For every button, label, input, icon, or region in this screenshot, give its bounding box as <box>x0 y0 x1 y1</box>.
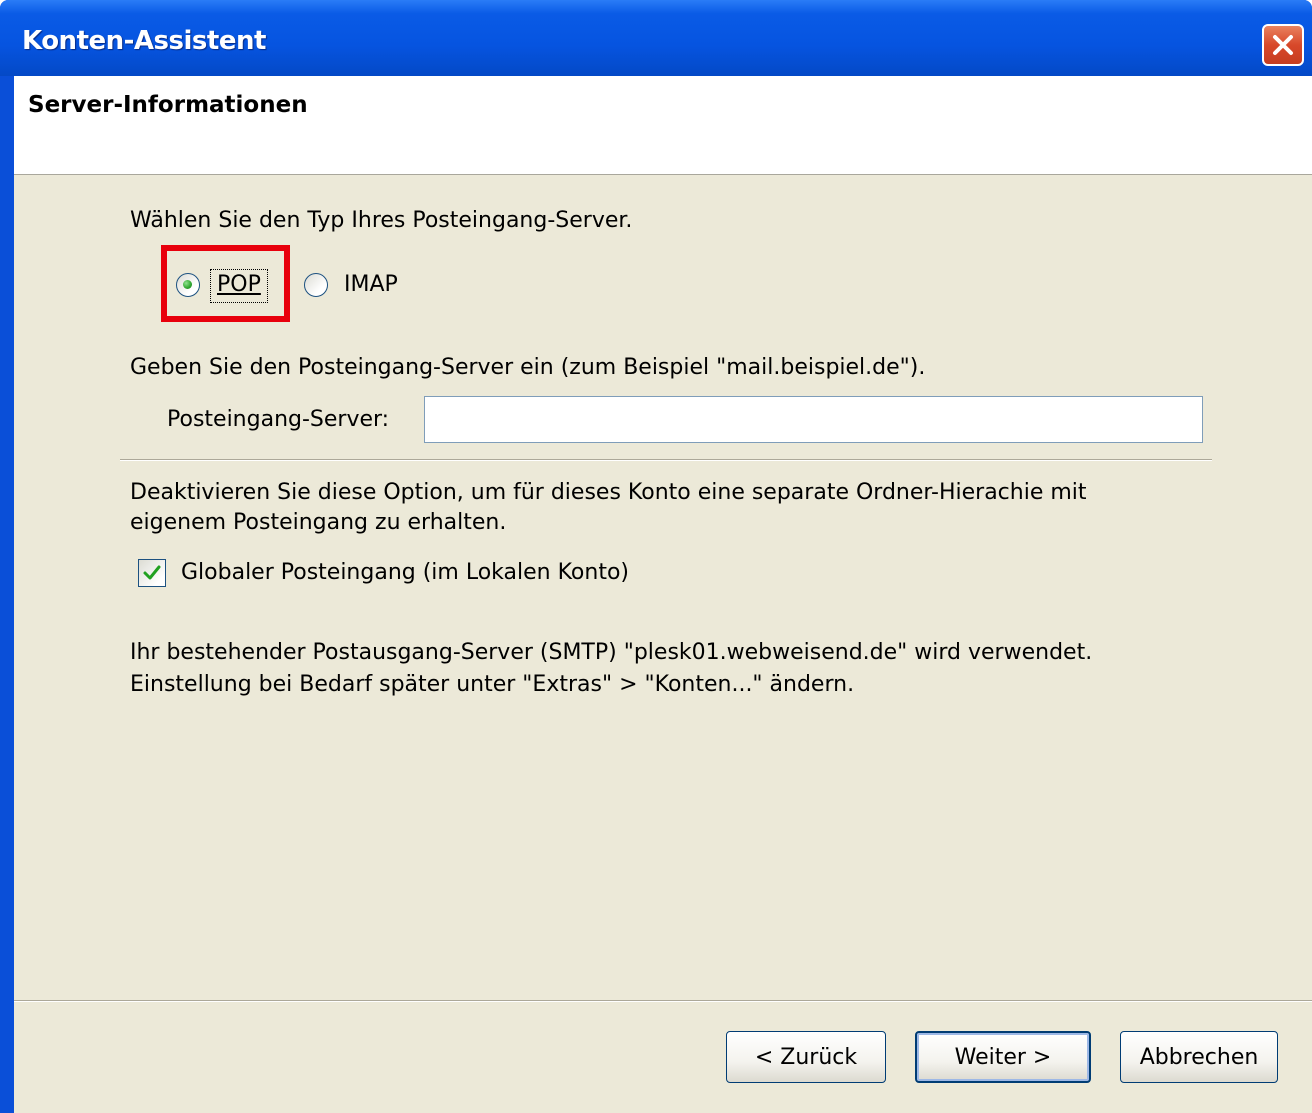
back-button[interactable]: < Zurück <box>726 1031 886 1083</box>
radio-imap-label[interactable]: IMAP <box>344 272 398 297</box>
global-inbox-checkbox[interactable] <box>138 559 166 587</box>
next-button[interactable]: Weiter > <box>915 1031 1091 1083</box>
incoming-server-input[interactable] <box>424 396 1203 443</box>
global-inbox-description-1: Deaktivieren Sie diese Option, um für di… <box>130 480 1087 505</box>
dialog-body: Server-Informationen Wählen Sie den Typ … <box>14 76 1312 1113</box>
incoming-server-prompt: Geben Sie den Posteingang-Server ein (zu… <box>130 355 926 380</box>
wizard-window: Konten-Assistent Server-Informationen Wä… <box>0 0 1312 1113</box>
global-inbox-label[interactable]: Globaler Posteingang (im Lokalen Konto) <box>181 560 629 585</box>
footer-divider <box>14 1000 1312 1002</box>
incoming-server-label: Posteingang-Server: <box>167 407 390 432</box>
section-divider <box>120 459 1212 461</box>
page-title: Server-Informationen <box>28 92 308 118</box>
title-bar[interactable]: Konten-Assistent <box>0 0 1312 76</box>
radio-selected-dot <box>183 280 192 289</box>
page-header: Server-Informationen <box>14 76 1312 175</box>
close-button[interactable] <box>1262 24 1304 66</box>
close-x-icon <box>1273 35 1293 55</box>
checkmark-icon <box>143 565 161 580</box>
smtp-info-line-2: Einstellung bei Bedarf später unter "Ext… <box>130 672 855 697</box>
global-inbox-description-2: eigenem Posteingang zu erhalten. <box>130 510 507 535</box>
cancel-button[interactable]: Abbrechen <box>1120 1031 1278 1083</box>
radio-imap-button[interactable] <box>304 273 328 297</box>
window-title: Konten-Assistent <box>22 26 266 56</box>
server-type-prompt: Wählen Sie den Typ Ihres Posteingang-Ser… <box>130 208 633 233</box>
radio-pop-button[interactable] <box>176 273 200 297</box>
smtp-info-line-1: Ihr bestehender Postausgang-Server (SMTP… <box>130 640 1093 665</box>
radio-pop-label[interactable]: POP <box>217 272 261 297</box>
